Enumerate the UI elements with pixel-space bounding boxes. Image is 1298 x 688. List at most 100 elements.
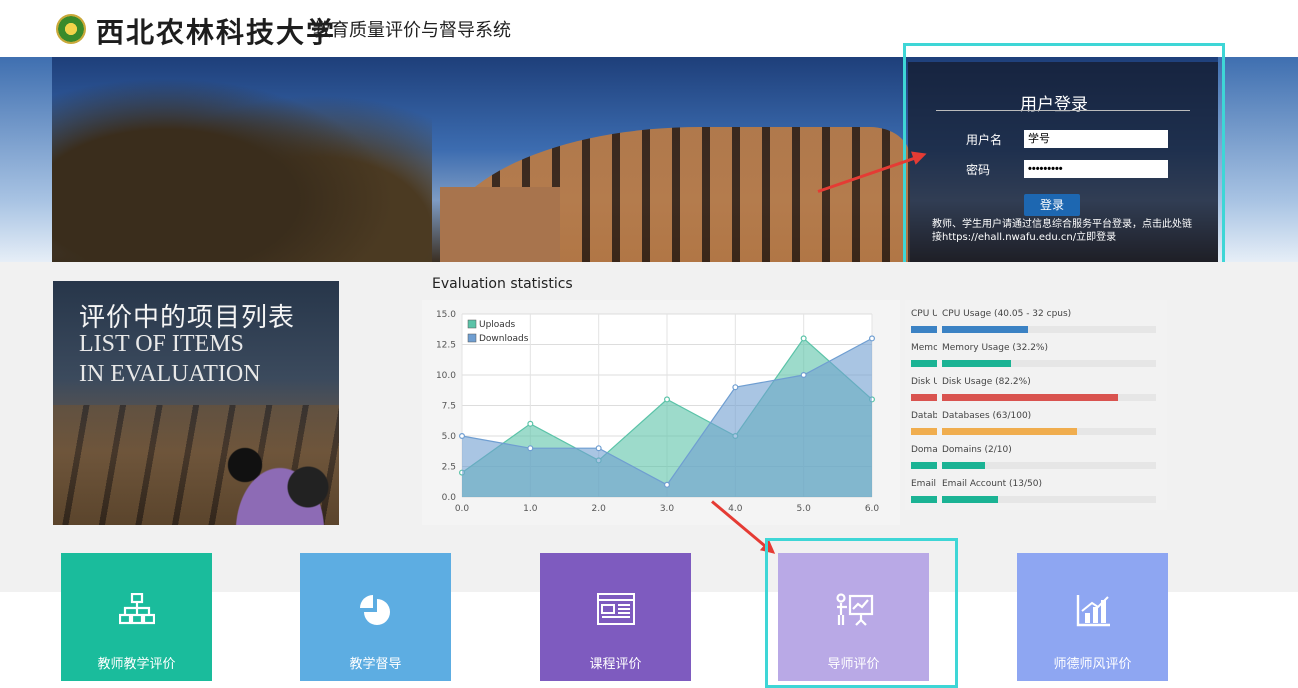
legend-swatch [467,333,477,343]
x-tick-label: 5.0 [797,504,812,514]
sitemap-icon [118,592,155,631]
data-point-uploads [527,420,534,427]
password-input[interactable] [1024,160,1168,178]
y-tick-label: 7.5 [442,402,456,412]
usage-swatch [911,496,937,503]
usage-short-label: CPU Usage (40.05 - 32 cpus) [911,309,937,319]
trees-image [52,57,432,262]
usage-row: CPU Usage (40.05 - 32 cpus) CPU Usage (40… [905,309,1167,339]
usage-swatch [911,428,937,435]
usage-label: Memory Usage (32.2%) [942,343,1048,353]
legend-label-uploads: Uploads [479,320,516,330]
mentor-tile-highlight-frame [765,538,958,688]
login-button[interactable]: 登录 [1024,194,1080,216]
usage-swatch [911,394,937,401]
y-tick-label: 5.0 [442,432,457,442]
tile-ethics-evaluation[interactable]: 师德师风评价 [1017,553,1168,681]
x-tick-label: 6.0 [865,504,880,514]
x-tick-label: 0.0 [455,504,470,514]
building-front-image [440,187,560,262]
login-divider [936,110,1190,111]
banner-edge-right [1218,57,1298,262]
evaluation-chart: 0.0 2.5 5.0 7.5 10.0 12.5 15.0 0.0 1.0 2.0 3.0 4.0 5… [436,310,880,514]
data-point-downloads [800,371,807,378]
system-name: 教育质量评价与督导系统 [313,20,511,41]
web-layout-icon [596,593,635,631]
tile-label: 师德师风评价 [1053,657,1132,672]
y-tick-label: 12.5 [436,341,456,351]
usage-short-label: Domains (2/10) [911,445,937,455]
usage-fill [942,360,1011,367]
usage-label: Databases (63/100) [942,411,1032,421]
usage-row: Email Account (13/50) Email Account (13/5… [905,479,1167,509]
usage-swatch [911,326,937,333]
login-title: 用户登录 [1020,95,1088,115]
data-point-downloads [664,481,671,488]
chart-title: Evaluation statistics [432,276,573,292]
usage-track [942,326,1156,333]
usage-label: Email Account (13/50) [942,479,1042,489]
y-tick-label: 10.0 [436,371,456,381]
usage-label: Domains (2/10) [942,445,1012,455]
usage-track [942,428,1156,435]
y-tick-label: 15.0 [436,310,456,320]
usage-row: Domains (2/10) Domains (2/10) [905,445,1167,475]
usage-track [942,462,1156,469]
usage-swatch [911,462,937,469]
banner-edge-left [0,57,52,262]
x-tick-label: 2.0 [592,504,607,514]
usage-fill [942,428,1077,435]
pie-chart-icon [358,593,394,635]
items-title-en-line2: IN EVALUATION [79,361,261,387]
login-link-note[interactable]: 教师、学生用户请通过信息综合服务平台登录，点击此处链接https://ehall… [932,218,1192,244]
usage-label: Disk Usage (82.2%) [942,377,1031,387]
usage-fill [942,462,985,469]
usage-short-label: Databases (63/100) [911,411,937,421]
usage-row: Databases (63/100) Databases (63/100) [905,411,1167,441]
usage-label: CPU Usage (40.05 - 32 cpus) [942,309,1072,319]
usage-fill [942,326,1028,333]
evaluation-items-panel[interactable]: 评价中的项目列表 LIST OF ITEMS IN EVALUATION [53,281,339,525]
data-point-downloads [458,433,465,440]
classroom-students-image [203,421,339,525]
legend-swatch [467,319,477,329]
tile-teaching-supervision[interactable]: 教学督导 [300,553,451,681]
y-tick-label: 2.5 [442,463,456,473]
usage-row: Disk Usage (82.2%) Disk Usage (82.2%) [905,377,1167,407]
legend-label-downloads: Downloads [479,334,529,344]
username-label: 用户名 [966,133,1003,147]
items-title-en-line1: LIST OF ITEMS [79,331,244,357]
usage-track [942,360,1156,367]
tile-label: 教师教学评价 [97,657,176,672]
usage-short-label: Disk Usage (82.2%) [911,377,937,387]
usage-row: Memory Usage (32.2%) Memory Usage (32.2%) [905,343,1167,373]
tile-course-evaluation[interactable]: 课程评价 [540,553,691,681]
tile-teacher-teaching-evaluation[interactable]: 教师教学评价 [61,553,212,681]
university-name: 西北农林科技大学 [96,16,337,49]
usage-fill [942,496,998,503]
x-tick-label: 1.0 [523,504,538,514]
tile-label: 教学督导 [349,657,402,672]
university-logo [56,14,86,44]
data-point-uploads [800,335,807,342]
username-input[interactable] [1024,130,1168,148]
usage-swatch [911,360,937,367]
data-point-uploads [664,396,671,403]
tile-label: 课程评价 [589,657,642,672]
usage-fill [942,394,1118,401]
usage-track [942,496,1156,503]
data-point-downloads [527,445,534,452]
usage-track [942,394,1156,401]
data-point-downloads [732,384,739,391]
bar-chart-icon [1075,593,1111,633]
data-point-downloads [869,335,876,342]
password-label: 密码 [966,163,991,177]
items-title-en: LIST OF ITEMS IN EVALUATION [79,329,261,389]
x-tick-label: 3.0 [660,504,675,514]
usage-short-label: Email Account (13/50) [911,479,937,489]
data-point-downloads [595,445,602,452]
y-tick-label: 0.0 [442,493,457,503]
x-tick-label: 4.0 [728,504,743,514]
usage-panel: CPU Usage (40.05 - 32 cpus) CPU Usage (40… [905,300,1167,510]
usage-short-label: Memory Usage (32.2%) [911,343,937,353]
